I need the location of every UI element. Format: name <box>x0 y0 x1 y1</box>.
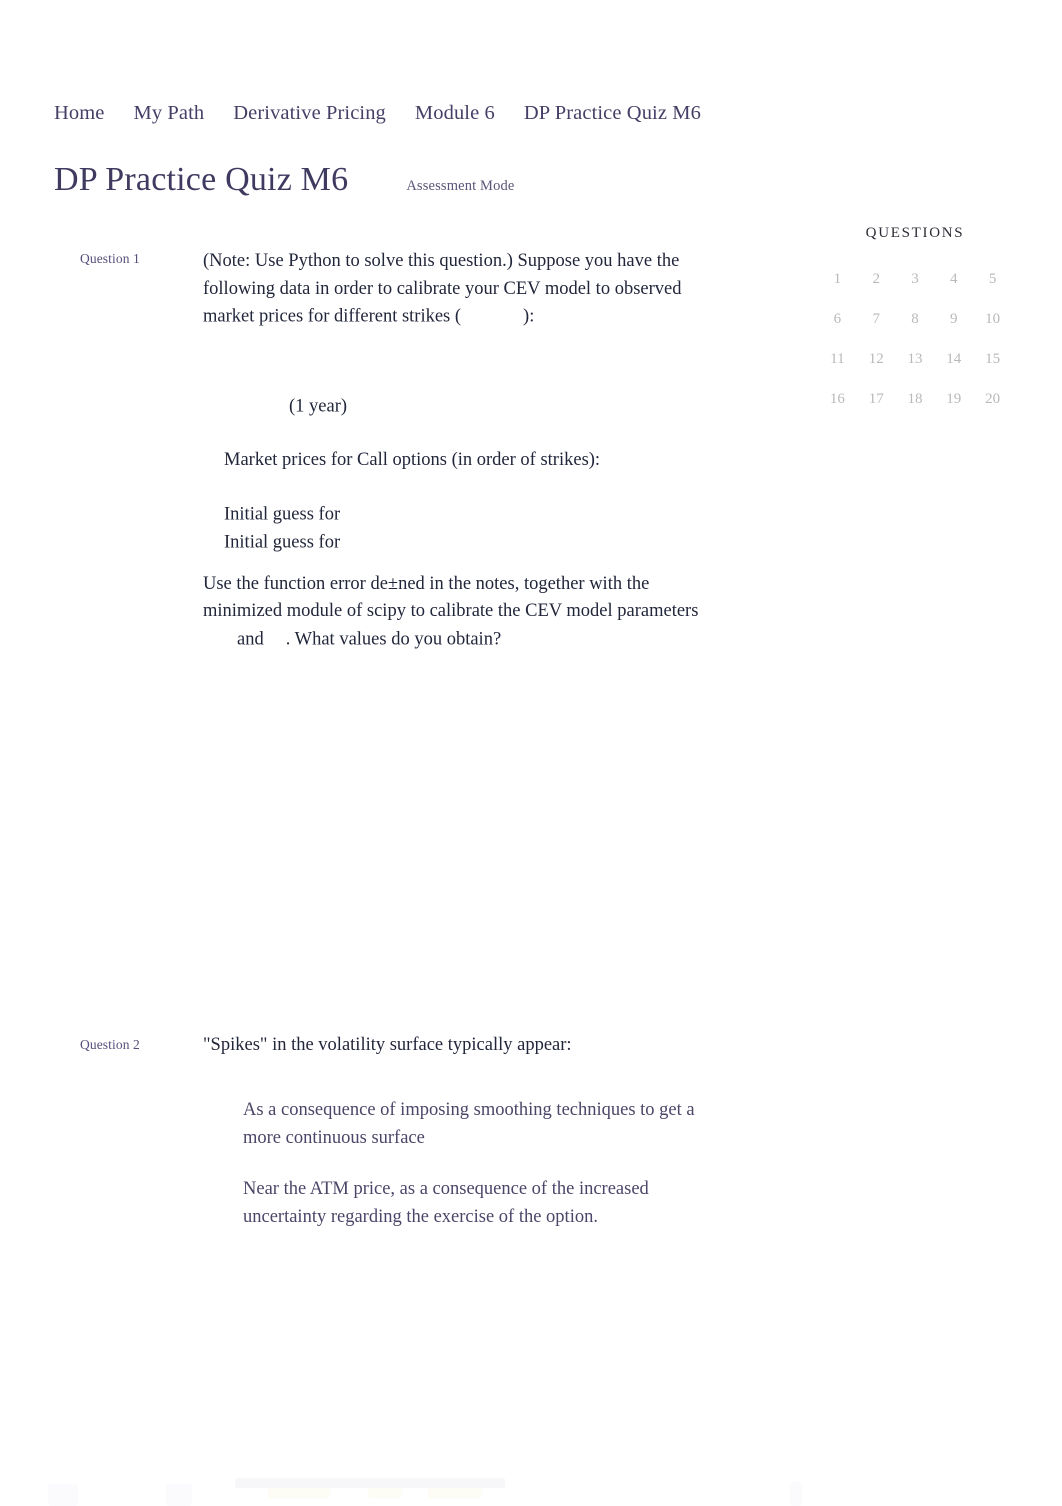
questions-panel: QUESTIONS 1 2 3 4 5 6 7 8 9 10 11 12 13 … <box>790 222 1040 410</box>
math-placeholder-market-prices <box>203 475 703 501</box>
breadcrumb-item-home[interactable]: Home <box>54 100 105 126</box>
breadcrumb-item-dp-practice-quiz-m6[interactable]: DP Practice Quiz M6 <box>524 100 701 126</box>
breadcrumb-item-my-path[interactable]: My Path <box>134 100 205 126</box>
question-1-stem: (Note: Use Python to solve this question… <box>203 248 703 331</box>
question-content-2: "Spikes" in the volatility surface typic… <box>203 1022 703 1232</box>
question-nav-15[interactable]: 15 <box>973 348 1012 370</box>
page-title: DP Practice Quiz M6 <box>54 161 349 198</box>
math-placeholder-data-block <box>203 331 703 393</box>
question-nav-7[interactable]: 7 <box>857 308 896 330</box>
question-2-option-2[interactable]: Near the ATM price, as a consequence of … <box>243 1176 703 1231</box>
footer-chip-second <box>166 1484 192 1506</box>
question-number-label-1: Question 1 <box>80 251 140 266</box>
question-1-stem-text-after-math: ): <box>523 306 535 327</box>
question-1-term-line: (1 year) <box>289 396 348 417</box>
quiz-body: Question 1 (Note: Use Python to solve th… <box>0 238 790 1231</box>
breadcrumb: Home My Path Derivative Pricing Module 6… <box>54 100 701 126</box>
question-number-grid: 1 2 3 4 5 6 7 8 9 10 11 12 13 14 15 16 1… <box>790 268 1040 410</box>
question-nav-18[interactable]: 18 <box>896 388 935 410</box>
question-2-option-1[interactable]: As a consequence of imposing smoothing t… <box>243 1097 703 1152</box>
breadcrumb-item-derivative-pricing[interactable]: Derivative Pricing <box>233 100 386 126</box>
footer-chip-right <box>790 1482 802 1506</box>
question-block-2: Question 2 "Spikes" in the volatility su… <box>0 1022 790 1232</box>
footer-chip-left <box>48 1484 78 1506</box>
question-number-label-2: Question 2 <box>80 1036 140 1052</box>
question-nav-5[interactable]: 5 <box>973 268 1012 290</box>
math-placeholder-param-sigma <box>203 626 237 645</box>
math-placeholder-param-gamma <box>264 626 286 645</box>
question-nav-14[interactable]: 14 <box>934 348 973 370</box>
question-nav-10[interactable]: 10 <box>973 308 1012 330</box>
assessment-mode-label: Assessment Mode <box>406 178 515 194</box>
page-header: DP Practice Quiz M6 Assessment Mode <box>54 158 515 202</box>
question-1-initial-guess-2: Initial guess for <box>203 529 703 557</box>
question-nav-9[interactable]: 9 <box>934 308 973 330</box>
question-nav-20[interactable]: 20 <box>973 388 1012 410</box>
question-content-1: (Note: Use Python to solve this question… <box>203 238 703 1022</box>
breadcrumb-item-module-6[interactable]: Module 6 <box>415 100 495 126</box>
question-nav-13[interactable]: 13 <box>896 348 935 370</box>
question-2-options: As a consequence of imposing smoothing t… <box>243 1097 703 1231</box>
questions-panel-heading: QUESTIONS <box>865 225 965 241</box>
footer-pill-3 <box>428 1488 482 1498</box>
math-placeholder-initial-guess-sigma <box>340 501 380 520</box>
math-placeholder-strikes <box>461 303 523 322</box>
question-nav-17[interactable]: 17 <box>857 388 896 410</box>
question-1-market-prices-line: Market prices for Call options (in order… <box>224 450 601 470</box>
question-nav-11[interactable]: 11 <box>818 348 857 370</box>
question-1-initial-guess-1: Initial guess for <box>203 501 703 529</box>
question-nav-1[interactable]: 1 <box>818 268 857 290</box>
math-placeholder-initial-guess-gamma <box>340 529 380 548</box>
question-nav-6[interactable]: 6 <box>818 308 857 330</box>
question-1-closing: Use the function error de±ned in the not… <box>203 573 699 650</box>
footer-pill-1 <box>268 1488 330 1498</box>
question-2-stem: "Spikes" in the volatility surface typic… <box>203 1034 572 1055</box>
footer-progress-bar <box>235 1478 505 1488</box>
question-block-1: Question 1 (Note: Use Python to solve th… <box>0 238 790 1022</box>
question-nav-19[interactable]: 19 <box>934 388 973 410</box>
question-nav-3[interactable]: 3 <box>896 268 935 290</box>
question-1-options[interactable] <box>243 692 703 1022</box>
page-footer-sliver <box>0 1460 1062 1506</box>
question-nav-12[interactable]: 12 <box>857 348 896 370</box>
question-nav-2[interactable]: 2 <box>857 268 896 290</box>
question-nav-4[interactable]: 4 <box>934 268 973 290</box>
question-1-stem-text-before-math: (Note: Use Python to solve this question… <box>203 251 682 327</box>
question-nav-16[interactable]: 16 <box>818 388 857 410</box>
question-nav-8[interactable]: 8 <box>896 308 935 330</box>
footer-pill-2 <box>368 1488 402 1498</box>
